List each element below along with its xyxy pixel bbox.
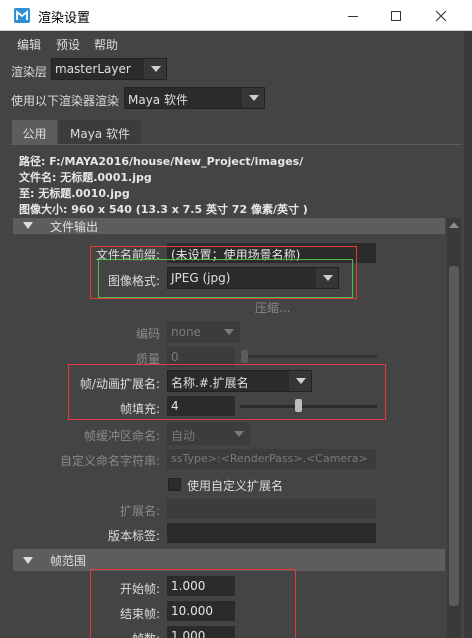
- chevron-down-icon: [227, 424, 249, 444]
- close-icon: [435, 10, 447, 21]
- encoding-label: 编码: [135, 327, 160, 341]
- section-file-output[interactable]: 文件输出: [13, 218, 445, 234]
- image-format-value: JPEG (jpg): [171, 271, 231, 285]
- chevron-down-icon: [316, 268, 338, 288]
- collapse-triangle-icon: [23, 222, 33, 229]
- start-frame-label: 开始帧:: [119, 582, 160, 596]
- collapse-triangle-icon: [23, 557, 33, 564]
- frame-padding-label: 帧填充:: [119, 402, 160, 416]
- background-window-strip: [464, 31, 472, 638]
- maximize-icon: [391, 10, 401, 21]
- by-frame-label: 帧数:: [100, 630, 160, 638]
- frame-ext-label: 帧/动画扩展名:: [79, 377, 160, 391]
- menu-bar: 编辑 预设 帮助: [0, 31, 472, 55]
- scroll-up-arrow-icon[interactable]: [449, 222, 459, 228]
- output-filename-end: 至: 无标题.0010.jpg: [19, 187, 130, 200]
- section-frame-range-title: 帧范围: [50, 554, 87, 568]
- by-frame-field[interactable]: 1.000: [167, 626, 235, 638]
- quality-field[interactable]: 0: [167, 347, 235, 367]
- chevron-down-icon: [217, 322, 239, 342]
- extension-field[interactable]: [167, 499, 376, 519]
- encoding-value: none: [171, 325, 201, 339]
- chevron-down-icon: [144, 59, 166, 79]
- render-layer-dropdown[interactable]: masterLayer: [51, 58, 167, 80]
- filename-prefix-label: 文件名前缀:: [96, 248, 161, 262]
- version-label-label: 版本标签:: [107, 529, 160, 543]
- end-frame-label: 结束帧:: [119, 607, 160, 621]
- frame-padding-field[interactable]: 4: [167, 396, 235, 416]
- quality-label: 质量: [135, 352, 160, 366]
- frame-padding-slider-handle[interactable]: [294, 399, 302, 412]
- start-frame-field[interactable]: 1.000: [167, 576, 235, 596]
- extension-label: 扩展名:: [119, 504, 160, 518]
- window-title: 渲染设置: [38, 11, 91, 26]
- tab-common[interactable]: 公用: [12, 120, 57, 145]
- menu-preset[interactable]: 预设: [56, 36, 80, 53]
- minimize-icon: [348, 15, 358, 17]
- compression-button[interactable]: 压缩...: [255, 299, 290, 316]
- end-frame-field[interactable]: 10.000: [167, 601, 235, 621]
- render-layer-value: masterLayer: [55, 62, 131, 76]
- tab-maya-software[interactable]: Maya 软件: [59, 120, 141, 145]
- render-layer-label: 渲染层: [11, 65, 48, 79]
- use-custom-ext-checkbox[interactable]: [168, 478, 181, 491]
- encoding-dropdown[interactable]: none: [167, 321, 240, 343]
- frame-buffer-naming-label: 帧缓冲区命名:: [83, 429, 160, 443]
- frame-padding-slider-track[interactable]: [240, 405, 377, 408]
- maximize-button[interactable]: [373, 0, 419, 31]
- version-label-field[interactable]: [167, 523, 376, 543]
- frame-ext-value: 名称.#.扩展名: [171, 376, 249, 390]
- use-custom-ext-label: 使用自定义扩展名: [187, 479, 284, 493]
- quality-slider-track[interactable]: [240, 355, 377, 358]
- tab-divider: [10, 144, 462, 145]
- renderer-dropdown[interactable]: Maya 软件: [124, 87, 265, 109]
- maya-app-icon: [14, 8, 30, 23]
- chevron-down-icon: [289, 371, 311, 391]
- custom-naming-label: 自定义命名字符串:: [59, 454, 160, 468]
- frame-buffer-naming-dropdown[interactable]: 自动: [167, 423, 250, 445]
- close-button[interactable]: [418, 0, 464, 31]
- frame-buffer-naming-value: 自动: [171, 429, 196, 443]
- vertical-scrollbar-thumb[interactable]: [449, 266, 459, 606]
- image-size: 图像大小: 960 x 540 (13.3 x 7.5 英寸 72 像素/英寸 …: [19, 203, 308, 216]
- output-filename: 文件名: 无标题.0001.jpg: [19, 171, 152, 184]
- menu-edit[interactable]: 编辑: [17, 36, 41, 53]
- renderer-value: Maya 软件: [128, 93, 188, 107]
- menu-help[interactable]: 帮助: [94, 36, 118, 53]
- title-bar: 渲染设置: [0, 0, 472, 31]
- frame-ext-dropdown[interactable]: 名称.#.扩展名: [167, 370, 312, 392]
- image-format-dropdown[interactable]: JPEG (jpg): [167, 267, 339, 289]
- chevron-down-icon: [242, 88, 264, 108]
- section-frame-range[interactable]: 帧范围: [13, 549, 445, 571]
- output-path: 路径: F:/MAYA2016/house/New_Project/images…: [19, 155, 304, 168]
- section-file-output-title: 文件输出: [50, 220, 99, 234]
- minimize-button[interactable]: [330, 0, 376, 31]
- image-format-label: 图像格式:: [107, 274, 160, 288]
- custom-naming-field[interactable]: ssType>:<RenderPass>.<Camera>: [167, 449, 376, 469]
- renderer-label: 使用以下渲染器渲染: [11, 94, 120, 108]
- filename-prefix-field[interactable]: (未设置；使用场景名称): [167, 243, 376, 263]
- quality-slider-handle[interactable]: [241, 350, 248, 363]
